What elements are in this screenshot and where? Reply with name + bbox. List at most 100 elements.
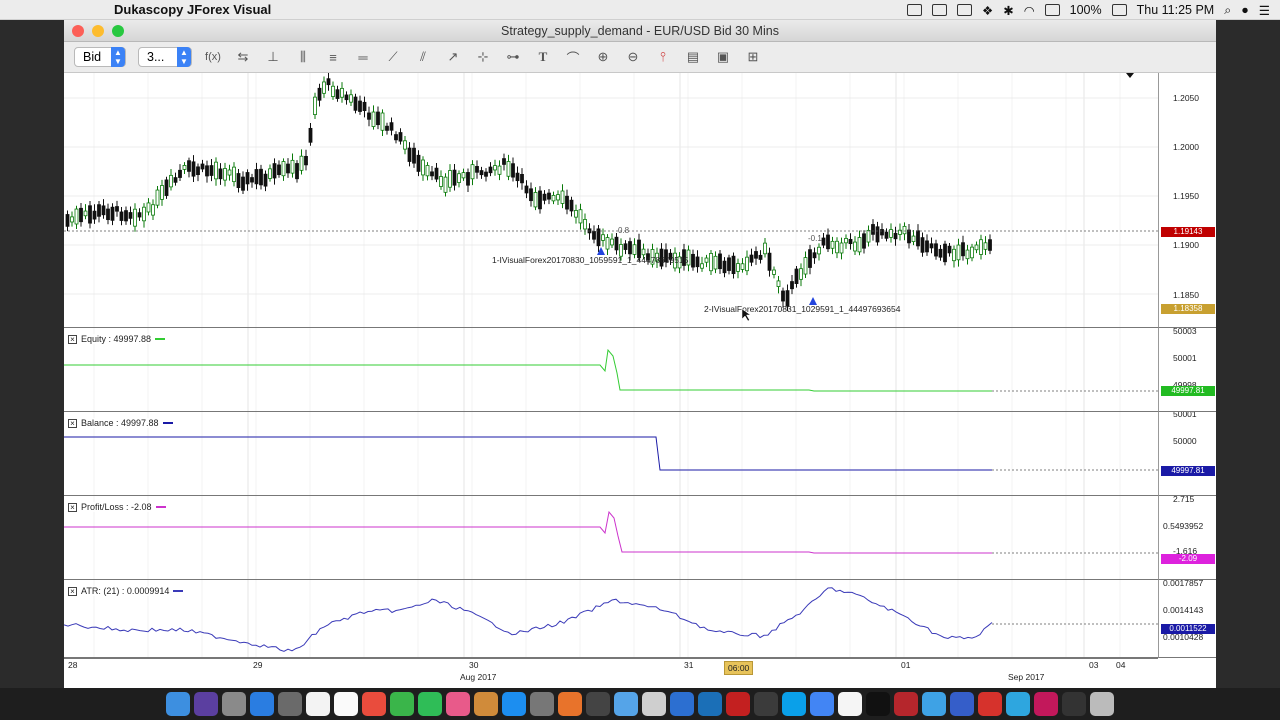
calendar-icon[interactable] — [306, 692, 330, 716]
vline-button[interactable]: ⊹ — [468, 46, 498, 68]
launchpad-icon[interactable] — [222, 692, 246, 716]
template-button[interactable]: ▤ — [678, 46, 708, 68]
notes-icon[interactable] — [334, 692, 358, 716]
close-icon[interactable]: × — [68, 586, 77, 596]
screen-icon[interactable] — [1062, 692, 1086, 716]
trendline-button[interactable]: ⟋ — [378, 46, 408, 68]
airplay-icon[interactable] — [1044, 4, 1060, 16]
candle-button[interactable]: ⫼ — [288, 46, 318, 68]
candle — [983, 242, 988, 250]
balance-pane[interactable]: × Balance : 49997.88 — [64, 412, 1158, 496]
profit-loss-pane[interactable]: × Profit/Loss : -2.08 — [64, 496, 1158, 580]
candle — [83, 210, 88, 217]
time-axis[interactable]: 28 29 30 31 01 03 04 Aug 2017 Sep 2017 0… — [64, 658, 1158, 688]
balance-axis[interactable]: 50001 50000 49997.81 — [1158, 412, 1216, 496]
crosshair-button[interactable]: ⊥ — [258, 46, 288, 68]
photos-icon[interactable] — [362, 692, 386, 716]
trash-icon[interactable] — [1090, 692, 1114, 716]
atr-pane[interactable]: × ATR: (21) : 0.0009914 — [64, 580, 1158, 658]
profit-loss-axis[interactable]: 2.715 0.5493952 -1.616 -2.09 — [1158, 496, 1216, 580]
channel-icon: ⫽ — [420, 49, 426, 64]
chart-type-button[interactable]: ⇆ — [228, 46, 258, 68]
app-name-menu[interactable]: Dukascopy JForex Visual — [114, 2, 271, 17]
ibooks-icon[interactable] — [474, 692, 498, 716]
chrome-icon[interactable] — [810, 692, 834, 716]
candle — [556, 194, 560, 201]
notification-center-icon[interactable]: ☰ — [1259, 3, 1270, 18]
spotlight-icon[interactable]: ⌕ — [1224, 3, 1231, 18]
price-axis[interactable]: 1.2050 1.2000 1.1950 1.1900 1.1850 1.191… — [1158, 73, 1216, 328]
candle — [358, 100, 362, 112]
siri-dock-icon[interactable] — [194, 692, 218, 716]
equity-pane[interactable]: × Equity : 49997.88 — [64, 328, 1158, 412]
virtualbox-icon[interactable] — [670, 692, 694, 716]
alert-button[interactable]: ⫯ — [648, 46, 678, 68]
jforex-icon[interactable] — [894, 692, 918, 716]
clock[interactable]: Thu 11:25 PM — [1137, 3, 1215, 17]
terminal-icon[interactable] — [866, 692, 890, 716]
layout-button[interactable]: ⊞ — [738, 46, 768, 68]
zoom-out-button[interactable]: ⊖ — [618, 46, 648, 68]
preview-icon[interactable] — [754, 692, 778, 716]
system-preferences-icon[interactable] — [530, 692, 554, 716]
app-store-icon[interactable] — [502, 692, 526, 716]
minimize-window-button[interactable] — [92, 25, 104, 37]
camera-icon[interactable] — [932, 4, 947, 16]
side-select[interactable]: Bid ▲ ▼ — [74, 47, 126, 67]
close-icon[interactable]: × — [68, 502, 77, 512]
jforex-visual-icon[interactable] — [1034, 692, 1058, 716]
bluetooth-icon[interactable]: ✱ — [1003, 3, 1013, 18]
compass-icon[interactable] — [278, 692, 302, 716]
screen-record-icon[interactable] — [907, 4, 922, 16]
atr-axis[interactable]: 0.0017857 0.0014143 0.0010428 0.0011522 — [1158, 580, 1216, 658]
candle — [812, 252, 817, 259]
finder-icon[interactable] — [166, 692, 190, 716]
text-icon: T — [538, 49, 548, 64]
close-window-button[interactable] — [72, 25, 84, 37]
acrobat-icon[interactable] — [726, 692, 750, 716]
dropbox-icon[interactable]: ❖ — [982, 3, 993, 18]
skype-icon[interactable] — [782, 692, 806, 716]
close-icon[interactable]: × — [68, 418, 77, 428]
price-pane[interactable]: 1-IVisualForex20170830_1059591_1_4447860… — [64, 73, 1158, 328]
telegram-icon[interactable] — [1006, 692, 1030, 716]
hline-button[interactable]: ═ — [348, 46, 378, 68]
wifi-icon[interactable]: ◠ — [1024, 3, 1035, 18]
mail-icon[interactable] — [957, 4, 972, 16]
swap-icon: ⇆ — [237, 49, 249, 64]
period-sep-button[interactable]: ⊶ — [498, 46, 528, 68]
battery-icon[interactable] — [1111, 4, 1127, 16]
legend-swatch — [162, 422, 173, 424]
screenshot-button[interactable]: ▣ — [708, 46, 738, 68]
filezilla-icon[interactable] — [978, 692, 1002, 716]
indicator-button[interactable]: f(x) — [198, 46, 228, 68]
ray-button[interactable]: ↗ — [438, 46, 468, 68]
horizontal-lines-button[interactable]: ≡ — [318, 46, 348, 68]
channel-button[interactable]: ⫽ — [408, 46, 438, 68]
zoom-in-button[interactable]: ⊕ — [588, 46, 618, 68]
xcode-icon[interactable] — [922, 692, 946, 716]
template-icon: ▤ — [686, 49, 700, 64]
firefox-icon[interactable] — [558, 692, 582, 716]
itunes-icon[interactable] — [446, 692, 470, 716]
mail-dock-icon[interactable] — [614, 692, 638, 716]
facetime-icon[interactable] — [418, 692, 442, 716]
period-select[interactable]: 3... ▲ ▼ — [138, 47, 192, 67]
messages-icon[interactable] — [390, 692, 414, 716]
fibonacci-button[interactable]: ⌒ — [558, 46, 588, 68]
candle — [592, 231, 596, 240]
text-button[interactable]: T — [528, 46, 558, 68]
zoom-window-button[interactable] — [112, 25, 124, 37]
candle — [772, 269, 776, 275]
safari-icon[interactable] — [250, 692, 274, 716]
close-icon[interactable]: × — [68, 334, 77, 344]
equity-axis[interactable]: 50003 50001 49998 49997.81 — [1158, 328, 1216, 412]
candle — [961, 242, 965, 257]
candle — [916, 230, 920, 247]
remote-desktop-icon[interactable] — [950, 692, 974, 716]
script-editor-icon[interactable] — [642, 692, 666, 716]
vpn-icon[interactable] — [698, 692, 722, 716]
siri-icon[interactable]: ● — [1241, 3, 1249, 17]
textedit-icon[interactable] — [838, 692, 862, 716]
dashboard-icon[interactable] — [586, 692, 610, 716]
